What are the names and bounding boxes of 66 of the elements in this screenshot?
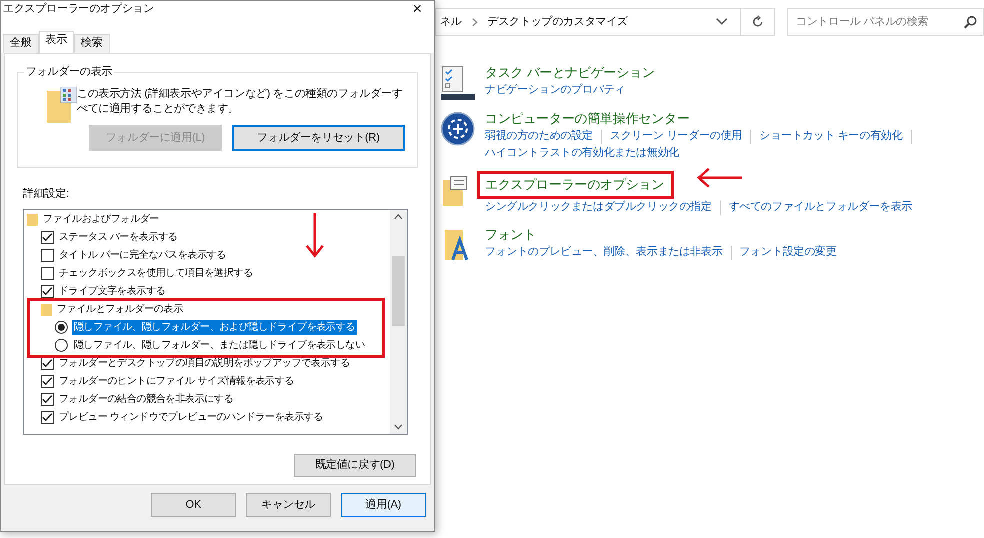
- close-button[interactable]: ×: [412, 2, 422, 18]
- section-title[interactable]: コンピューターの簡単操作センター: [485, 110, 690, 128]
- dialog-button[interactable]: OK: [151, 493, 236, 517]
- left-arrow: [697, 167, 742, 189]
- address-bar[interactable]: ネル デスクトップのカスタマイズ: [435, 8, 775, 36]
- option-label: 隠しファイル、隠しフォルダー、または隠しドライブを表示しない: [73, 338, 366, 353]
- section-link[interactable]: 弱視の方のための設定: [485, 128, 594, 145]
- section-link[interactable]: ハイコントラストの有効化または無効化: [485, 145, 680, 162]
- dropdown-icon[interactable]: [716, 18, 728, 26]
- section-link[interactable]: シングルクリックまたはダブルクリックの指定: [485, 199, 712, 216]
- option-label: フォルダーのヒントにファイル サイズ情報を表示する: [59, 374, 294, 389]
- scroll-down-icon[interactable]: [394, 424, 403, 430]
- tab[interactable]: 表示: [38, 31, 74, 53]
- restore-defaults-button[interactable]: 既定値に戻す(D): [294, 454, 416, 476]
- tree-folder-label: ファイルおよびフォルダー: [43, 213, 160, 227]
- scroll-up-icon[interactable]: [394, 214, 403, 220]
- checkbox[interactable]: [41, 357, 54, 370]
- checkbox[interactable]: [41, 285, 54, 298]
- section-title[interactable]: フォント: [485, 226, 536, 244]
- search-field[interactable]: コントロール パネルの検索: [787, 8, 984, 36]
- option-label: チェックボックスを使用して項目を選択する: [59, 267, 254, 281]
- search-icon: [964, 15, 978, 29]
- section-label: 詳細設定:: [22, 186, 70, 202]
- scrollbar[interactable]: [390, 210, 407, 434]
- folder-icon: [47, 87, 77, 123]
- section-link[interactable]: ショートカット キーの有効化: [759, 128, 903, 145]
- option-label: フォルダーとデスクトップの項目の説明をポップアップで表示する: [59, 357, 350, 371]
- breadcrumb-item[interactable]: デスクトップのカスタマイズ: [488, 14, 716, 30]
- option-label: 隠しファイル、隠しフォルダー、および隠しドライブを表示する: [72, 320, 358, 335]
- tab[interactable]: 全般: [3, 34, 39, 53]
- checkbox[interactable]: [41, 393, 54, 406]
- description-text: この表示方法 (詳細表示やアイコンなど) をこの種類のフォルダーすべてに適用することができます。: [77, 87, 404, 117]
- folder-icon: [27, 214, 38, 226]
- scroll-thumb[interactable]: [392, 256, 405, 326]
- down-arrow: [305, 213, 325, 258]
- refresh-icon[interactable]: [750, 15, 764, 29]
- dialog-button[interactable]: 適用(A): [341, 493, 426, 517]
- radio-button[interactable]: [55, 339, 68, 352]
- section-link[interactable]: フォント設定の変更: [740, 244, 837, 261]
- section-link[interactable]: すべてのファイルとフォルダーを表示: [728, 199, 912, 216]
- checkbox[interactable]: [41, 267, 54, 280]
- window-title: エクスプローラーのオプション: [3, 2, 154, 18]
- tab[interactable]: 検索: [74, 34, 110, 53]
- checkbox[interactable]: [41, 375, 54, 388]
- section-title[interactable]: エクスプローラーのオプション: [485, 176, 664, 194]
- tree-folder-label: ファイルとフォルダーの表示: [57, 302, 184, 317]
- section-link[interactable]: ナビゲーションのプロパティ: [485, 82, 626, 99]
- option-label: ドライブ文字を表示する: [59, 284, 166, 299]
- option-label: タイトル バーに完全なパスを表示する: [59, 248, 226, 263]
- option-label: フォルダーの結合の競合を非表示にする: [59, 392, 234, 407]
- checkbox[interactable]: [41, 411, 54, 424]
- checkbox[interactable]: [41, 249, 54, 262]
- section-link[interactable]: スクリーン リーダーの使用: [610, 128, 742, 145]
- option-label: プレビュー ウィンドウでプレビューのハンドラーを表示する: [59, 410, 324, 425]
- accessibility-icon: [441, 112, 475, 146]
- chevron-icon: [472, 18, 478, 26]
- section-link[interactable]: フォントのプレビュー、削除、表示または非表示: [485, 244, 723, 261]
- radio-button[interactable]: [55, 321, 68, 334]
- section-title[interactable]: タスク バーとナビゲーション: [485, 64, 655, 82]
- dialog-button[interactable]: キャンセル: [246, 493, 331, 517]
- option-label: ステータス バーを表示する: [59, 230, 178, 245]
- taskbar-icon: [441, 66, 475, 100]
- folder-button[interactable]: フォルダーをリセット(R): [232, 125, 405, 151]
- breadcrumb-item[interactable]: ネル: [440, 14, 462, 30]
- checkbox[interactable]: [41, 231, 54, 244]
- folder-icon: [41, 304, 52, 316]
